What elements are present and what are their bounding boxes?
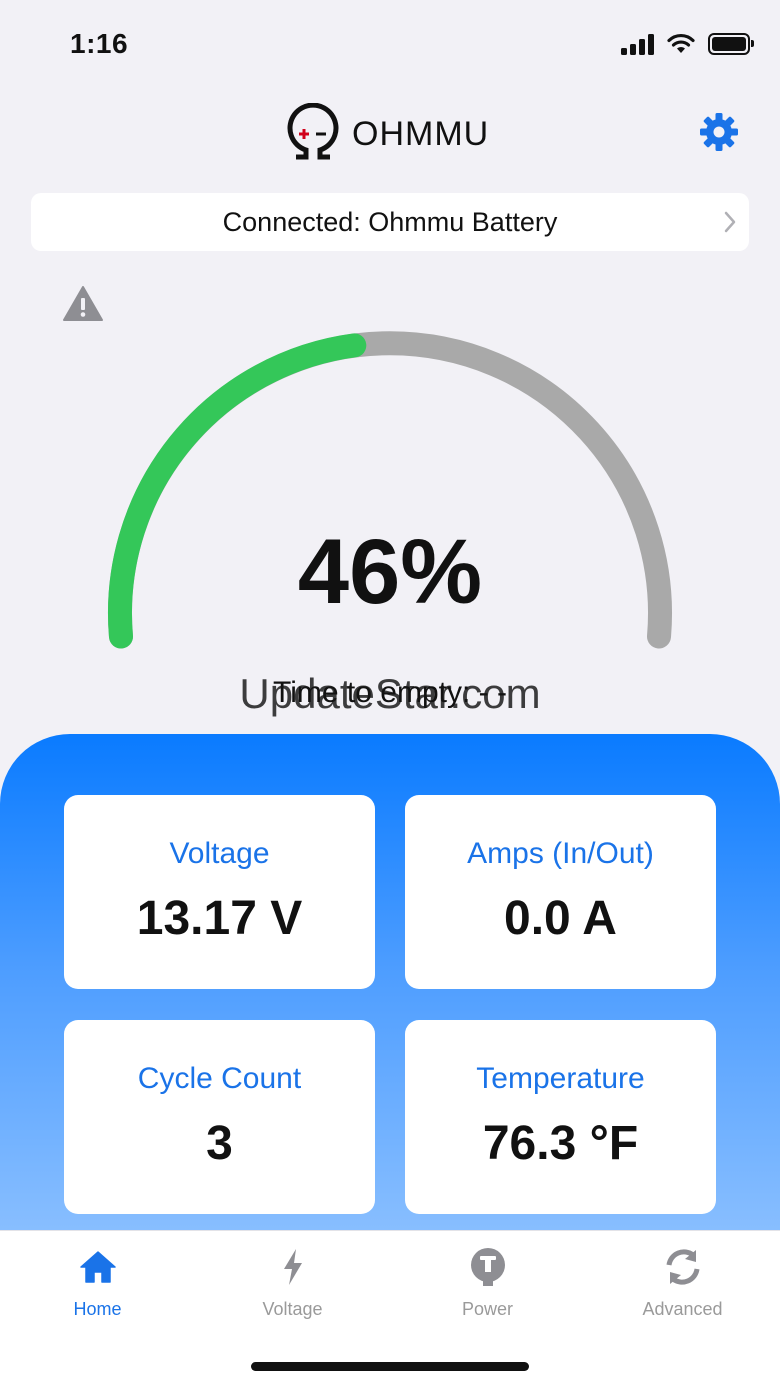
- temperature-card[interactable]: Temperature 76.3 °F: [405, 1020, 716, 1214]
- tab-voltage[interactable]: Voltage: [195, 1247, 390, 1320]
- tab-label: Advanced: [642, 1299, 723, 1319]
- amps-card[interactable]: Amps (In/Out) 0.0 A: [405, 795, 716, 989]
- card-value: 76.3 °F: [482, 1117, 639, 1170]
- connection-status-text: Connected: Ohmmu Battery: [222, 206, 558, 237]
- status-icons: [621, 33, 754, 55]
- ohmmu-omega-logo-icon: [287, 103, 339, 160]
- connection-status-bar[interactable]: Connected: Ohmmu Battery: [31, 193, 749, 251]
- tab-advanced[interactable]: Advanced: [585, 1247, 780, 1320]
- card-label: Cycle Count: [137, 1062, 302, 1095]
- battery-percent: 46%: [297, 521, 483, 623]
- tab-label: Power: [461, 1299, 514, 1319]
- app-logo: OHMMU: [282, 103, 489, 165]
- card-value: 13.17 V: [136, 892, 303, 945]
- home-indicator: [251, 1362, 529, 1371]
- voltage-card[interactable]: Voltage 13.17 V: [64, 795, 375, 989]
- wifi-icon: [667, 33, 695, 53]
- tab-power[interactable]: Power: [390, 1247, 585, 1320]
- battery-icon: [708, 33, 754, 55]
- card-value: 3: [206, 1117, 233, 1170]
- tab-label: Voltage: [262, 1299, 323, 1319]
- home-icon: [79, 1251, 116, 1283]
- card-label: Voltage: [169, 837, 270, 870]
- refresh-icon: [666, 1249, 699, 1285]
- chevron-right-icon: [724, 211, 736, 233]
- plug-icon: [470, 1248, 505, 1286]
- cycle-count-card[interactable]: Cycle Count 3: [64, 1020, 375, 1214]
- watermark: UpdateStar.com: [239, 670, 541, 717]
- logo-wordmark: OHMMU: [352, 114, 490, 153]
- card-value: 0.0 A: [504, 892, 617, 945]
- stats-panel: Voltage 13.17 V Amps (In/Out) 0.0 A Cycl…: [0, 734, 780, 1254]
- status-bar: 1:16: [0, 0, 780, 90]
- card-label: Temperature: [476, 1062, 645, 1095]
- card-label: Amps (In/Out): [467, 837, 654, 870]
- tab-home[interactable]: Home: [0, 1247, 195, 1320]
- gear-icon[interactable]: [699, 112, 739, 152]
- tab-label: Home: [73, 1299, 122, 1319]
- status-time: 1:16: [70, 28, 129, 59]
- lightning-icon: [283, 1249, 302, 1285]
- signal-icon: [621, 33, 654, 55]
